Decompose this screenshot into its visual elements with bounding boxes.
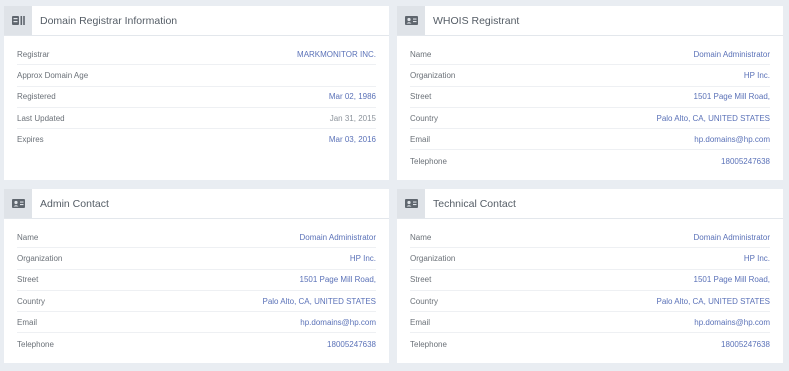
list-item: Name Domain Administrator (17, 227, 376, 249)
row-value[interactable]: 18005247638 (721, 340, 770, 349)
row-value[interactable]: HP Inc. (744, 254, 770, 263)
row-label: Registrar (17, 49, 50, 59)
row-value[interactable]: 1501 Page Mill Road, (694, 92, 771, 101)
list-item: Expires Mar 03, 2016 (17, 129, 376, 150)
list-item: Country Palo Alto, CA, UNITED STATES (17, 291, 376, 313)
row-value[interactable]: Palo Alto, CA, UNITED STATES (262, 297, 376, 306)
row-label: Country (410, 113, 439, 123)
list-item: Organization HP Inc. (410, 248, 770, 270)
row-value[interactable]: Domain Administrator (694, 233, 770, 242)
row-label: Last Updated (17, 113, 65, 123)
row-label: Approx Domain Age (17, 70, 89, 80)
contact-card-icon (4, 189, 32, 218)
row-value[interactable]: HP Inc. (744, 71, 770, 80)
row-value[interactable]: HP Inc. (350, 254, 376, 263)
list-item: Country Palo Alto, CA, UNITED STATES (410, 291, 770, 313)
panel-title: Technical Contact (433, 197, 516, 210)
row-label: Telephone (410, 339, 447, 349)
row-label: Street (410, 275, 432, 285)
row-label: Expires (17, 135, 44, 145)
row-value[interactable]: Palo Alto, CA, UNITED STATES (656, 114, 770, 123)
info-list: Name Domain Administrator Organization H… (4, 219, 389, 355)
row-value[interactable]: hp.domains@hp.com (694, 135, 770, 144)
list-item: Approx Domain Age (17, 65, 376, 87)
domain-registrar-panel: Domain Registrar Information Registrar M… (4, 6, 389, 180)
list-item: Street 1501 Page Mill Road, (410, 87, 770, 108)
panel-title: WHOIS Registrant (433, 14, 520, 27)
row-value[interactable]: 18005247638 (327, 340, 376, 349)
list-item: Name Domain Administrator (410, 44, 770, 66)
panel-header: Technical Contact (397, 189, 783, 219)
whois-registrant-panel: WHOIS Registrant Name Domain Administrat… (397, 6, 783, 180)
info-list: Name Domain Administrator Organization H… (397, 36, 783, 172)
row-label: Country (410, 296, 439, 306)
panel-title: Domain Registrar Information (40, 14, 178, 27)
row-label: Name (410, 232, 432, 242)
row-value[interactable]: Domain Administrator (300, 233, 376, 242)
list-item: Organization HP Inc. (410, 65, 770, 87)
row-value[interactable]: hp.domains@hp.com (300, 318, 376, 327)
list-item: Country Palo Alto, CA, UNITED STATES (410, 108, 770, 130)
list-item: Registrar MARKMONITOR INC. (17, 44, 376, 66)
row-label: Registered (17, 92, 56, 102)
row-label: Email (17, 317, 38, 327)
list-item: Last Updated Jan 31, 2015 (17, 108, 376, 130)
panel-header: Admin Contact (4, 189, 389, 219)
panel-header: WHOIS Registrant (397, 6, 783, 36)
contact-card-icon (397, 6, 425, 35)
list-item: Email hp.domains@hp.com (410, 129, 770, 151)
list-item: Telephone 18005247638 (410, 150, 770, 171)
list-item: Organization HP Inc. (17, 248, 376, 270)
row-value[interactable]: Mar 03, 2016 (329, 135, 376, 144)
row-value[interactable]: 1501 Page Mill Road, (694, 275, 771, 284)
row-label: Name (17, 232, 39, 242)
row-value[interactable]: Mar 02, 1986 (329, 92, 376, 101)
row-label: Organization (410, 70, 456, 80)
server-list-icon (4, 6, 32, 35)
panel-title: Admin Contact (40, 197, 109, 210)
row-label: Street (17, 275, 39, 285)
row-label: Email (410, 317, 431, 327)
row-value: Jan 31, 2015 (329, 113, 376, 123)
contact-card-icon (397, 189, 425, 218)
row-label: Street (410, 92, 432, 102)
row-value[interactable]: 1501 Page Mill Road, (300, 275, 377, 284)
list-item: Telephone 18005247638 (17, 333, 376, 354)
list-item: Email hp.domains@hp.com (17, 312, 376, 334)
list-item: Name Domain Administrator (410, 227, 770, 249)
list-item: Street 1501 Page Mill Road, (17, 270, 376, 291)
list-item: Email hp.domains@hp.com (410, 312, 770, 334)
panel-header: Domain Registrar Information (4, 6, 389, 36)
row-value[interactable]: 18005247638 (721, 157, 770, 166)
info-list: Name Domain Administrator Organization H… (397, 219, 783, 355)
row-value[interactable]: Domain Administrator (694, 50, 770, 59)
row-value[interactable]: Palo Alto, CA, UNITED STATES (656, 297, 770, 306)
row-value[interactable]: hp.domains@hp.com (694, 318, 770, 327)
row-label: Telephone (17, 339, 54, 349)
row-label: Telephone (410, 156, 447, 166)
technical-contact-panel: Technical Contact Name Domain Administra… (397, 189, 783, 363)
list-item: Registered Mar 02, 1986 (17, 87, 376, 108)
row-label: Country (17, 296, 46, 306)
row-label: Organization (17, 253, 63, 263)
row-label: Organization (410, 253, 456, 263)
list-item: Street 1501 Page Mill Road, (410, 270, 770, 291)
admin-contact-panel: Admin Contact Name Domain Administrator … (4, 189, 389, 363)
list-item: Telephone 18005247638 (410, 333, 770, 354)
row-value[interactable]: MARKMONITOR INC. (297, 50, 376, 59)
row-label: Email (410, 134, 431, 144)
info-list: Registrar MARKMONITOR INC. Approx Domain… (4, 36, 389, 150)
row-label: Name (410, 49, 432, 59)
